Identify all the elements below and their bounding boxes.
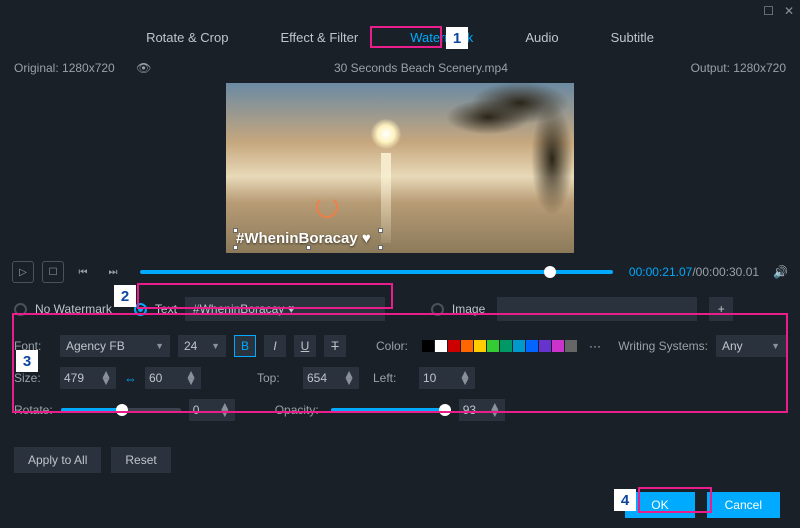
resize-handle[interactable] bbox=[378, 245, 383, 250]
underline-button[interactable]: U bbox=[294, 335, 316, 357]
swatch[interactable] bbox=[422, 340, 434, 352]
volume-icon[interactable]: 🔊 bbox=[773, 265, 788, 279]
resize-handle[interactable] bbox=[233, 228, 238, 233]
top-label: Top: bbox=[257, 371, 295, 385]
tab-audio[interactable]: Audio bbox=[521, 28, 562, 47]
image-path-input[interactable] bbox=[497, 297, 697, 321]
timeline-slider[interactable] bbox=[140, 270, 613, 274]
opacity-slider[interactable] bbox=[331, 408, 451, 412]
radio-no-watermark[interactable] bbox=[14, 303, 27, 316]
writing-systems-select[interactable]: Any▼ bbox=[716, 335, 786, 357]
swatch[interactable] bbox=[539, 340, 551, 352]
strike-button[interactable]: T bbox=[324, 335, 346, 357]
swatch[interactable] bbox=[552, 340, 564, 352]
play-button[interactable]: ▷ bbox=[12, 261, 34, 283]
slider-knob[interactable] bbox=[439, 404, 451, 416]
next-frame-button[interactable]: ⏭ bbox=[102, 261, 124, 283]
apply-to-all-button[interactable]: Apply to All bbox=[14, 447, 101, 473]
top-input[interactable]: 654▲▼ bbox=[303, 367, 359, 389]
tab-rotate-crop[interactable]: Rotate & Crop bbox=[142, 28, 232, 47]
more-colors[interactable]: ··· bbox=[589, 339, 601, 353]
size-label: Size: bbox=[14, 371, 52, 385]
rotate-slider[interactable] bbox=[61, 408, 181, 412]
prev-frame-button[interactable]: ⏮ bbox=[72, 261, 94, 283]
callout-1: 1 bbox=[446, 27, 468, 49]
link-dimensions-icon[interactable]: ⇔ bbox=[124, 371, 137, 386]
swatch[interactable] bbox=[448, 340, 460, 352]
writing-systems-label: Writing Systems: bbox=[618, 339, 708, 353]
rotate-value[interactable]: 0▲▼ bbox=[189, 399, 235, 421]
swatch[interactable] bbox=[500, 340, 512, 352]
resize-handle[interactable] bbox=[306, 245, 311, 250]
timeline-knob[interactable] bbox=[544, 266, 556, 278]
stop-button[interactable]: ☐ bbox=[42, 261, 64, 283]
maximize-icon[interactable]: ☐ bbox=[763, 4, 774, 18]
label-no-watermark: No Watermark bbox=[35, 302, 112, 316]
color-swatches bbox=[422, 340, 577, 352]
loading-icon bbox=[316, 196, 338, 218]
font-family-select[interactable]: Agency FB▼ bbox=[60, 335, 170, 357]
time-display: 00:00:21.07/00:00:30.01 bbox=[629, 265, 759, 279]
rotate-label: Rotate: bbox=[14, 403, 53, 417]
visibility-icon[interactable]: 👁 bbox=[136, 61, 151, 75]
font-size-select[interactable]: 24▼ bbox=[178, 335, 226, 357]
left-label: Left: bbox=[373, 371, 411, 385]
editor-tabs: Rotate & Crop Effect & Filter Watermark … bbox=[0, 22, 800, 57]
left-input[interactable]: 10▲▼ bbox=[419, 367, 475, 389]
tab-subtitle[interactable]: Subtitle bbox=[607, 28, 658, 47]
swatch[interactable] bbox=[565, 340, 577, 352]
height-input[interactable]: 60▲▼ bbox=[145, 367, 201, 389]
callout-4: 4 bbox=[614, 489, 636, 511]
bold-button[interactable]: B bbox=[234, 335, 256, 357]
tab-effect-filter[interactable]: Effect & Filter bbox=[276, 28, 362, 47]
cancel-button[interactable]: Cancel bbox=[707, 492, 780, 518]
callout-3: 3 bbox=[16, 350, 38, 372]
callout-2: 2 bbox=[114, 285, 136, 307]
preview-scenery bbox=[371, 119, 401, 149]
file-name: 30 Seconds Beach Scenery.mp4 bbox=[334, 61, 508, 75]
text-watermark-input[interactable] bbox=[185, 297, 385, 321]
resize-handle[interactable] bbox=[378, 228, 383, 233]
opacity-value[interactable]: 93▲▼ bbox=[459, 399, 505, 421]
swatch[interactable] bbox=[487, 340, 499, 352]
watermark-overlay-text[interactable]: #WheninBoracay ♥ bbox=[236, 230, 371, 247]
info-bar: Original: 1280x720 👁 30 Seconds Beach Sc… bbox=[0, 57, 800, 79]
swatch[interactable] bbox=[435, 340, 447, 352]
color-label: Color: bbox=[376, 339, 414, 353]
slider-knob[interactable] bbox=[116, 404, 128, 416]
reset-button[interactable]: Reset bbox=[111, 447, 170, 473]
add-image-button[interactable]: + bbox=[709, 297, 733, 321]
italic-button[interactable]: I bbox=[264, 335, 286, 357]
swatch[interactable] bbox=[474, 340, 486, 352]
radio-image[interactable] bbox=[431, 303, 444, 316]
video-preview[interactable]: #WheninBoracay ♥ bbox=[226, 83, 574, 253]
close-icon[interactable]: ✕ bbox=[784, 4, 794, 18]
swatch[interactable] bbox=[461, 340, 473, 352]
output-resolution: Output: 1280x720 bbox=[691, 61, 786, 75]
resize-handle[interactable] bbox=[233, 245, 238, 250]
label-text: Text bbox=[155, 302, 177, 316]
swatch[interactable] bbox=[526, 340, 538, 352]
original-resolution: Original: 1280x720 bbox=[14, 61, 115, 75]
label-image: Image bbox=[452, 302, 485, 316]
width-input[interactable]: 479▲▼ bbox=[60, 367, 116, 389]
opacity-label: Opacity: bbox=[275, 403, 323, 417]
swatch[interactable] bbox=[513, 340, 525, 352]
